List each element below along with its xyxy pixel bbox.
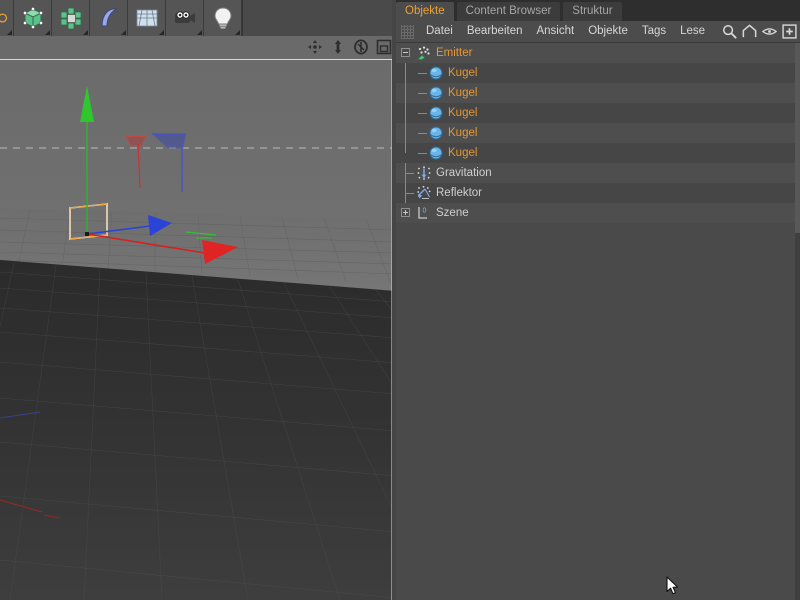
nurbs-glyph [100,8,117,27]
viewport-navbar [0,36,396,60]
camera-glyph [174,11,195,23]
tree-label: Gravitation [436,167,492,179]
tree-label: Kugel [448,107,478,119]
dolly-view-icon[interactable] [330,39,346,55]
tree-node-szene[interactable]: 0 Szene [396,203,504,223]
pan-view-icon[interactable] [307,39,323,55]
layer-scene-icon: 0 [418,207,427,219]
application-window: Objekte Content Browser Struktur Datei B… [0,0,800,600]
menubar-icon-group [721,23,798,40]
tree-label: Kugel [448,87,478,99]
cube-glyph [22,7,43,29]
tree-node-emitter[interactable]: Emitter [396,43,504,63]
tab-content-browser[interactable]: Content Browser [456,2,561,21]
tree-node-kugel-1[interactable]: Kugel [396,63,504,83]
table-row[interactable]: Kugel [396,143,800,163]
object-manager-menubar: Datei Bearbeiten Ansicht Objekte Tags Le… [396,21,800,43]
sphere-primitive-icon [429,66,443,80]
sphere-primitive-icon [429,86,443,100]
panel-tabbar: Objekte Content Browser Struktur [396,0,800,21]
tree-node-gravitation[interactable]: Gravitation [396,163,504,183]
object-tree[interactable]: Emitter Kugel Kugel Kugel Kugel Kugel Gr… [396,43,800,600]
array-object-icon[interactable] [52,0,90,36]
cube-primitive-icon[interactable] [14,0,52,36]
table-row[interactable]: Kugel [396,63,800,83]
table-row[interactable]: Gravitation [396,163,800,183]
array-glyph [60,7,81,30]
menu-datei[interactable]: Datei [419,21,460,42]
sphere-primitive-icon [429,106,443,120]
table-row[interactable]: Reflektor [396,183,800,203]
search-icon[interactable] [721,23,738,40]
object-tree-scrollbar[interactable] [795,43,800,600]
tree-label: Kugel [448,67,478,79]
rotate-view-icon[interactable] [353,39,369,55]
menu-ansicht[interactable]: Ansicht [529,21,581,42]
viewport-nav-icon-group [307,39,392,55]
eye-icon[interactable] [761,23,778,40]
tree-label: Kugel [448,147,478,159]
tree-label: Emitter [436,47,473,59]
tree-label: Kugel [448,127,478,139]
menu-bearbeiten[interactable]: Bearbeiten [460,21,530,42]
gravity-modifier-icon [417,166,431,180]
table-row[interactable]: 0 Szene [396,203,800,223]
scrollbar-thumb[interactable] [795,43,800,233]
tree-label: Szene [436,207,469,219]
undo-icon[interactable] [0,0,14,36]
object-toolbar [0,0,396,36]
menu-lesezeichen[interactable]: Lese [673,21,712,42]
viewport-panel [0,0,396,600]
object-manager-panel: Objekte Content Browser Struktur Datei B… [396,0,800,600]
tree-node-kugel-2[interactable]: Kugel [396,83,504,103]
menu-tags[interactable]: Tags [635,21,673,42]
maximize-view-icon[interactable] [376,39,392,55]
light-glyph [213,7,232,29]
deformer-icon[interactable] [128,0,166,36]
svg-text:0: 0 [423,208,427,215]
camera-icon[interactable] [166,0,204,36]
primitive-tool-group [0,0,243,36]
undo-glyph [0,13,8,23]
light-icon[interactable] [204,0,242,36]
scene-render [0,60,396,600]
table-row[interactable]: Kugel [396,83,800,103]
add-box-icon[interactable] [781,23,798,40]
sphere-primitive-icon [429,126,443,140]
tree-node-kugel-3[interactable]: Kugel [396,103,504,123]
deflector-modifier-icon [417,185,431,199]
table-row[interactable]: Kugel [396,103,800,123]
viewport-3d-scene[interactable] [0,60,396,600]
table-row[interactable]: Emitter [396,43,800,63]
tab-struktur[interactable]: Struktur [563,2,622,21]
particle-emitter-icon [417,46,430,61]
tree-label: Reflektor [436,187,483,199]
home-icon[interactable] [741,23,758,40]
sphere-primitive-icon [429,146,443,160]
table-row[interactable]: Kugel [396,123,800,143]
tree-node-kugel-4[interactable]: Kugel [396,123,504,143]
menu-objekte[interactable]: Objekte [581,21,635,42]
tree-node-kugel-5[interactable]: Kugel [396,143,504,163]
expander-szene[interactable] [401,208,410,217]
tree-node-reflektor[interactable]: Reflektor [396,183,504,203]
deformer-glyph [136,9,157,27]
expander-emitter[interactable] [401,48,410,57]
spline-nurbs-icon[interactable] [90,0,128,36]
menubar-grip[interactable] [401,24,414,39]
tab-objekte[interactable]: Objekte [396,2,454,21]
